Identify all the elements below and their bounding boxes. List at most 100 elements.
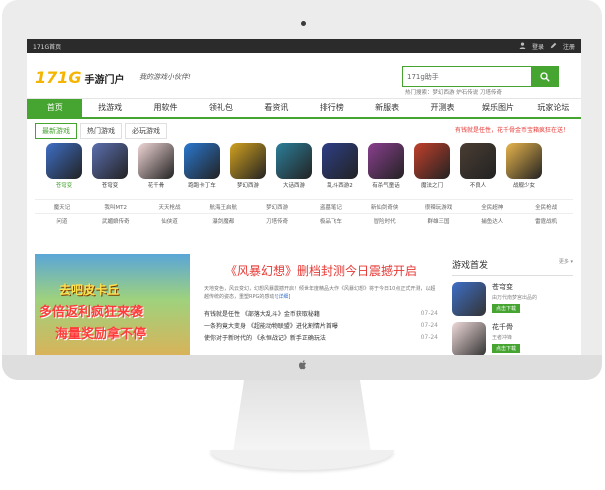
game-name-link[interactable]: 捕鱼达人 [465, 217, 519, 225]
game-card[interactable]: 苍穹变 [43, 143, 85, 189]
game-name-link[interactable]: 全民超神 [465, 203, 519, 211]
more-link[interactable]: 更多 ▾ [559, 258, 573, 271]
nav-gifts[interactable]: 领礼包 [193, 99, 248, 117]
login-link[interactable]: 登录 [532, 42, 544, 51]
game-icon [92, 143, 128, 179]
game-name-link[interactable]: 很辣玩游戏 [412, 203, 466, 211]
news-item[interactable]: 一条狗竟大变身 《超能动物联盟》进化割情片首曝 07-24 [200, 319, 442, 331]
tab-latest[interactable]: 最新游戏 [35, 123, 77, 139]
game-name-link[interactable]: 魔天记 [35, 203, 89, 211]
search-input[interactable] [403, 67, 531, 86]
game-card[interactable]: 跑跑卡丁车 [181, 143, 223, 189]
nav-forum[interactable]: 玩家论坛 [526, 99, 581, 117]
game-icon [506, 143, 542, 179]
game-name-link[interactable]: 天天枪战 [143, 203, 197, 211]
game-name-link[interactable]: 极品飞车 [304, 217, 358, 225]
news-title: 使你对于新时代的 《永恒战记》新手正确玩法 [204, 334, 326, 342]
news-item[interactable]: 有钱就是任性 《部落大乱斗》金币获取秘籍 07-24 [200, 307, 442, 319]
hot-searches: 热门搜索：梦幻西游 炉石传说 刀塔传奇 [405, 88, 502, 96]
search-button[interactable] [531, 67, 558, 86]
game-name-link[interactable]: 问道 [35, 217, 89, 225]
game-card[interactable]: 战舰少女 [503, 143, 545, 189]
sidebar-game-name[interactable]: 苍穹变 [492, 282, 537, 292]
site-header: 171G 手游门户 我的游戏小伙伴! 热门搜索：梦幻西游 炉石传说 刀塔传奇 [27, 53, 581, 98]
nav-new-servers[interactable]: 新服表 [359, 99, 414, 117]
banner-line3: 海量奖励拿不停 [55, 327, 147, 342]
game-card[interactable]: 大话西游 [273, 143, 315, 189]
game-card[interactable]: 乱斗西游2 [319, 143, 361, 189]
promo-banner[interactable]: 去吧皮卡丘 多倍返利疯狂来袭 海量奖励拿不停 [35, 254, 190, 355]
sidebar-title: 游戏首发 [452, 261, 489, 271]
summary-text: 天地变色，风云变幻，幻想风暴震撼开启！倾世年度精品大作《风暴幻想》将于今日10点… [204, 286, 436, 300]
sidebar-game-info: 苍穹变由万代南梦宫出品的 点击下载 [492, 282, 537, 316]
sidebar-game-name[interactable]: 花千骨 [492, 322, 520, 332]
game-tabs: 最新游戏 热门游戏 必玩游戏 [35, 123, 170, 139]
game-name: 魔法之门 [420, 183, 443, 189]
nav-rankings[interactable]: 排行榜 [304, 99, 359, 117]
game-name: 有杀气童话 [372, 183, 400, 189]
game-name-link[interactable]: 瀑剑魔都 [196, 217, 250, 225]
game-name-link[interactable]: 盗墓笔记 [304, 203, 358, 211]
nav-software[interactable]: 用软件 [138, 99, 193, 117]
sidebar-game-desc: 由万代南梦宫出品的 [492, 295, 538, 301]
news-date: 07-24 [420, 333, 438, 341]
game-name-link[interactable]: 雷霆战机 [519, 217, 573, 225]
game-name: 不良人 [469, 183, 487, 189]
game-name-link[interactable]: 梦幻西游 [250, 203, 304, 211]
download-button[interactable]: 点击下载 [492, 304, 521, 313]
hot-terms[interactable]: 梦幻西游 炉石传说 刀塔传奇 [433, 90, 503, 96]
download-button[interactable]: 点击下载 [492, 344, 521, 353]
nav-news[interactable]: 看资讯 [249, 99, 304, 117]
camera-dot [301, 21, 306, 26]
game-icon [460, 143, 496, 179]
site-logo[interactable]: 171G 手游门户 [35, 68, 125, 87]
game-name: 花千骨 [147, 183, 165, 189]
news-item[interactable]: 使你对于新时代的 《永恒战记》新手正确玩法 07-24 [200, 331, 442, 343]
game-icon [230, 143, 266, 179]
sidebar-game-info: 花千骨 王者冲锋 点击下载 [492, 322, 521, 355]
game-name-link[interactable]: 刀塔传奇 [250, 217, 304, 225]
top-bar: 171G首页 登录 注册 [27, 39, 581, 53]
sidebar-game-icon[interactable] [452, 322, 486, 355]
tab-must-play[interactable]: 必玩游戏 [125, 123, 167, 139]
game-card[interactable]: 不良人 [457, 143, 499, 189]
game-name: 梦幻西游 [236, 183, 259, 189]
game-name-link[interactable]: 群雄三国 [412, 217, 466, 225]
game-card[interactable]: 苍穹变 [89, 143, 131, 189]
game-card[interactable]: 花千骨 [135, 143, 177, 189]
news-date: 07-24 [420, 309, 438, 317]
game-name-link[interactable]: 冒险时代 [358, 217, 412, 225]
edit-icon [550, 42, 557, 51]
sidebar-game-list: 苍穹变 由万代南梦宫出品的 点击下载 花千骨 王者冲锋 点击下载 [452, 282, 573, 355]
game-card[interactable]: 魔法之门 [411, 143, 453, 189]
game-card[interactable]: 有杀气童话 [365, 143, 407, 189]
sidebar-header: 游戏首发 更多 ▾ [452, 254, 573, 276]
game-name-link[interactable]: 航海王启航 [196, 203, 250, 211]
promo-link[interactable]: 有钱就是任性，花千骨金币宝箱疯狂在送！ [455, 125, 569, 134]
game-name-link[interactable]: 仙侠道 [143, 217, 197, 225]
browser-screen: 171G首页 登录 注册 171G 手游门户 我的游戏小伙伴! 171g助手 热… [27, 39, 581, 355]
game-name-link[interactable]: 武媚娘传奇 [89, 217, 143, 225]
game-section: 最新游戏 热门游戏 必玩游戏 有钱就是任性，花千骨金币宝箱疯狂在送！ 苍穹变 苍穹… [27, 119, 581, 269]
news-list: 有钱就是任性 《部落大乱斗》金币获取秘籍 07-24 一条狗竟大变身 《超能动物联盟… [200, 307, 442, 343]
game-name-link[interactable]: 新仙剑奇侠 [358, 203, 412, 211]
news-headline[interactable]: 《风暴幻想》删档封测今日震撼开启 [200, 262, 442, 279]
name-row: 魔天记 我叫MT2 天天枪战 航海王启航 梦幻西游 盗墓笔记 新仙剑奇侠 很辣玩游戏 全民超神全… [35, 199, 573, 213]
sidebar-game: 花千骨 王者冲锋 点击下载 [452, 322, 573, 355]
game-name-grid: 魔天记 我叫MT2 天天枪战 航海王启航 梦幻西游 盗墓笔记 新仙剑奇侠 很辣玩游戏 全民超神全… [35, 199, 573, 227]
nav-test-schedule[interactable]: 开测表 [415, 99, 470, 117]
game-name-link[interactable]: 我叫MT2 [89, 203, 143, 211]
tab-hot[interactable]: 热门游戏 [80, 123, 122, 139]
news-date: 07-24 [420, 321, 438, 329]
nav-fun-images[interactable]: 娱乐图片 [470, 99, 525, 117]
home-link[interactable]: 171G首页 [33, 42, 61, 51]
nav-home[interactable]: 首页 [27, 99, 83, 117]
sidebar-game-icon[interactable] [452, 282, 486, 316]
game-name: 跑跑卡丁车 [188, 183, 216, 189]
summary-link[interactable]: [详细] [276, 294, 290, 300]
nav-find-games[interactable]: 找游戏 [82, 99, 137, 117]
game-name-link[interactable]: 全民枪战 [519, 203, 573, 211]
hot-label: 热门搜索： [405, 90, 433, 96]
register-link[interactable]: 注册 [563, 42, 575, 51]
game-card[interactable]: 梦幻西游 [227, 143, 269, 189]
